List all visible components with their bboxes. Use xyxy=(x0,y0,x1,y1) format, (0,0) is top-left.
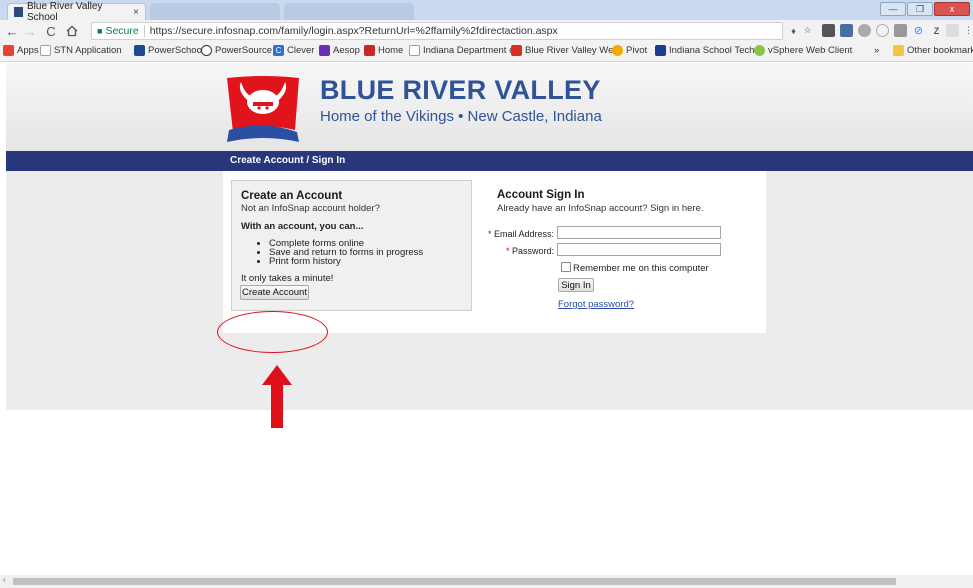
create-account-lead: With an account, you can... xyxy=(241,221,364,232)
url-text[interactable]: https://secure.infosnap.com/family/login… xyxy=(150,25,558,37)
highlight-ellipse xyxy=(217,311,328,353)
browser-tabstrip: Blue River Valley School × — ❐ x xyxy=(0,0,973,23)
key-icon[interactable]: ♦ xyxy=(787,24,800,37)
feature-list: Complete forms online Save and return to… xyxy=(269,239,471,267)
minimize-button[interactable]: — xyxy=(880,2,906,16)
email-label: * Email Address: xyxy=(487,229,554,239)
close-window-button[interactable]: x xyxy=(934,2,970,16)
back-icon[interactable]: ← xyxy=(4,23,20,39)
bookmarks-overflow-button[interactable]: » xyxy=(874,45,879,56)
bookmark-brv-web[interactable]: Blue River Valley Web xyxy=(511,45,619,56)
power-icon xyxy=(201,45,212,56)
address-bar[interactable]: ■ Secure https://secure.infosnap.com/fam… xyxy=(91,22,783,40)
page-title: Create Account / Sign In xyxy=(230,155,346,166)
home-icon xyxy=(364,45,375,56)
forgot-password-link[interactable]: Forgot password? xyxy=(558,299,634,310)
extension-icon[interactable]: Z xyxy=(930,24,943,37)
extension-icon[interactable] xyxy=(822,24,835,37)
secure-label: Secure xyxy=(105,25,145,37)
scrollbar-thumb[interactable] xyxy=(13,578,896,585)
clever-icon: C xyxy=(273,45,284,56)
create-account-button[interactable]: Create Account xyxy=(240,285,309,300)
required-mark: * xyxy=(487,229,492,239)
bookmark-apps[interactable]: Apps xyxy=(3,45,39,56)
page-icon xyxy=(40,45,51,56)
password-field[interactable] xyxy=(557,243,721,256)
remember-me-label[interactable]: Remember me on this computer xyxy=(573,263,709,274)
create-account-note: It only takes a minute! xyxy=(241,273,334,284)
required-mark: * xyxy=(505,246,510,256)
site-favicon-icon xyxy=(14,7,24,17)
bookmark-vsphere[interactable]: vSphere Web Client xyxy=(754,45,852,56)
list-item: Print form history xyxy=(269,257,471,267)
lock-icon: ■ xyxy=(97,26,103,36)
remember-me-checkbox[interactable] xyxy=(561,262,571,272)
aesop-icon xyxy=(319,45,330,56)
restore-button[interactable]: ❐ xyxy=(907,2,933,16)
bookmark-aesop[interactable]: Aesop xyxy=(319,45,360,56)
tab-close-icon[interactable]: × xyxy=(133,7,139,18)
page-icon xyxy=(409,45,420,56)
menu-icon[interactable]: ⋮ xyxy=(962,24,973,37)
extension-icon[interactable] xyxy=(858,24,871,37)
bookmark-home[interactable]: Home xyxy=(364,45,403,56)
extension-icon[interactable] xyxy=(876,24,889,37)
browser-toolbar: ← → C ■ Secure https://secure.infosnap.c… xyxy=(0,20,973,42)
school-tagline: Home of the Vikings • New Castle, Indian… xyxy=(320,108,602,125)
forward-icon[interactable]: → xyxy=(22,23,38,39)
password-label: * Password: xyxy=(505,246,554,256)
vsphere-icon xyxy=(754,45,765,56)
reload-icon[interactable]: C xyxy=(43,23,59,39)
pivot-icon xyxy=(612,45,623,56)
folder-icon xyxy=(893,45,904,56)
sign-in-title: Account Sign In xyxy=(497,189,585,201)
tab-background[interactable] xyxy=(150,3,280,20)
school-name: BLUE RIVER VALLEY xyxy=(320,75,601,105)
red-arrow-icon xyxy=(262,365,292,428)
sign-in-subtitle: Already have an InfoSnap account? Sign i… xyxy=(497,203,704,214)
email-field[interactable] xyxy=(557,226,721,239)
extension-icon[interactable] xyxy=(840,24,853,37)
bookmark-indiana-tech[interactable]: Indiana School Tech F xyxy=(655,45,763,56)
tab-background[interactable] xyxy=(284,3,414,20)
brv-icon xyxy=(511,45,522,56)
extension-icon[interactable]: ⊘ xyxy=(912,24,925,37)
create-account-subtitle: Not an InfoSnap account holder? xyxy=(241,203,380,214)
bookmark-indiana-doe[interactable]: Indiana Department o xyxy=(409,45,514,56)
bookmark-powerschool[interactable]: PowerSchool xyxy=(134,45,204,56)
bookmarks-bar: Apps STN Application PowerSchool PowerSo… xyxy=(0,42,973,62)
scroll-left-icon[interactable]: ‹ xyxy=(3,575,6,584)
bookmark-other[interactable]: Other bookmarks xyxy=(893,45,973,56)
apps-grid-icon xyxy=(3,45,14,56)
bookmark-stn[interactable]: STN Application xyxy=(40,45,122,56)
bookmark-powersource[interactable]: PowerSource xyxy=(201,45,272,56)
extension-icon[interactable] xyxy=(894,24,907,37)
viking-logo xyxy=(223,72,303,146)
tab-active[interactable]: Blue River Valley School × xyxy=(7,1,146,23)
powerschool-icon xyxy=(134,45,145,56)
bookmark-clever[interactable]: C Clever xyxy=(273,45,314,56)
sign-in-button[interactable]: Sign In xyxy=(558,278,594,292)
extension-icon[interactable] xyxy=(946,24,959,37)
horizontal-scrollbar[interactable]: ‹ xyxy=(0,575,973,588)
home-icon[interactable] xyxy=(64,23,80,39)
star-icon[interactable]: ☆ xyxy=(801,24,814,37)
page-nav-bar: Create Account / Sign In xyxy=(6,151,973,171)
create-account-title: Create an Account xyxy=(241,190,343,202)
bookmark-pivot[interactable]: Pivot xyxy=(612,45,647,56)
indiana-tech-icon xyxy=(655,45,666,56)
